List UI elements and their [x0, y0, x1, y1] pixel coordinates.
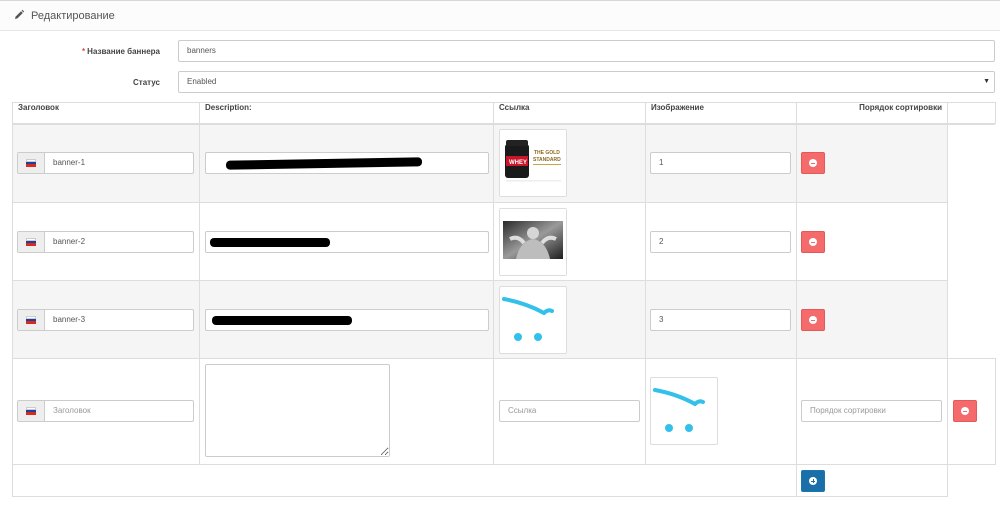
status-label: Статус [133, 78, 160, 87]
title-placeholder: Заголовок [53, 406, 91, 415]
table-border [645, 102, 646, 465]
table-border [995, 358, 996, 465]
status-selected-value: Enabled [187, 77, 217, 86]
sort-order-input-row-1[interactable]: 1 [650, 152, 791, 174]
minus-circle-icon [961, 407, 969, 415]
link-image-row-1[interactable]: WHEY THE GOLD STANDARD [499, 129, 567, 197]
remove-row-1-button[interactable] [801, 152, 825, 174]
table-border [12, 202, 947, 203]
column-header-image: Изображение [651, 103, 704, 112]
table-border [12, 358, 995, 359]
table-border [947, 102, 948, 497]
russia-flag-icon [26, 159, 36, 167]
remove-row-3-button[interactable] [801, 309, 825, 331]
description-input-row-2[interactable] [205, 231, 489, 253]
chevron-down-icon: ▼ [983, 78, 990, 85]
svg-text:WHEY: WHEY [509, 160, 527, 166]
language-addon [18, 310, 45, 330]
edit-panel: Редактирование * Название баннера banners… [0, 0, 1000, 511]
table-border [796, 102, 797, 497]
table-border [12, 496, 947, 497]
title-input-row-2[interactable]: banner-2 [17, 231, 194, 253]
image-picker-new-row[interactable] [650, 377, 718, 445]
link-image-row-2[interactable] [499, 208, 567, 276]
banner-name-input[interactable]: banners [178, 40, 995, 62]
title-value: banner-2 [53, 237, 86, 246]
status-select[interactable]: Enabled ▼ [178, 71, 995, 93]
title-value: banner-1 [53, 158, 86, 167]
required-asterisk: * [82, 47, 86, 56]
russia-flag-icon [26, 407, 36, 415]
russia-flag-icon [26, 316, 36, 324]
banner-name-label: * Название баннера [82, 47, 160, 56]
title-input-new-row[interactable]: Заголовок [17, 400, 194, 422]
panel-heading: Редактирование [0, 1, 1000, 31]
redacted-text [225, 157, 423, 170]
minus-circle-icon [809, 159, 817, 167]
cart-placeholder-image [502, 297, 554, 341]
sort-order-input-row-2[interactable]: 2 [650, 231, 791, 253]
whey-product-image: WHEY THE GOLD STANDARD [500, 130, 566, 196]
description-textarea-new-row[interactable] [205, 364, 390, 457]
russia-flag-icon [26, 238, 36, 246]
table-border [12, 464, 995, 465]
title-value: banner-3 [53, 315, 86, 324]
link-image-row-3[interactable] [499, 286, 567, 354]
remove-new-row-button[interactable] [953, 400, 977, 422]
pencil-icon [15, 9, 25, 19]
table-border [493, 102, 494, 465]
column-header-title: Заголовок [18, 103, 59, 112]
table-border [12, 102, 13, 497]
redacted-text [212, 316, 352, 325]
title-input-row-3[interactable]: banner-3 [17, 309, 194, 331]
minus-circle-icon [809, 316, 817, 324]
table-border [995, 102, 996, 124]
column-header-description: Description: [205, 103, 252, 112]
plus-circle-icon [809, 477, 817, 485]
sort-order-input-row-3[interactable]: 3 [650, 309, 791, 331]
column-header-link: Ссылка [499, 103, 530, 112]
link-input-new-row[interactable]: Ссылка [499, 400, 640, 422]
language-addon [18, 401, 45, 421]
redacted-text [210, 238, 330, 247]
cart-placeholder-image [653, 388, 705, 432]
panel-title: Редактирование [31, 10, 115, 22]
language-addon [18, 232, 45, 252]
table-border [199, 102, 200, 465]
add-banner-button[interactable] [801, 470, 825, 492]
description-input-row-3[interactable] [205, 309, 489, 331]
svg-text:THE GOLD: THE GOLD [534, 150, 560, 156]
sort-order-input-new-row[interactable]: Порядок сортировки [801, 400, 942, 422]
language-addon [18, 153, 45, 173]
svg-text:STANDARD: STANDARD [533, 157, 561, 163]
table-border [12, 123, 995, 125]
remove-row-2-button[interactable] [801, 231, 825, 253]
title-input-row-1[interactable]: banner-1 [17, 152, 194, 174]
column-header-sort-order: Порядок сортировки [859, 103, 942, 112]
bodybuilder-photo-image [500, 209, 566, 275]
minus-circle-icon [809, 238, 817, 246]
table-border [12, 280, 947, 281]
description-input-row-1[interactable] [205, 152, 489, 174]
